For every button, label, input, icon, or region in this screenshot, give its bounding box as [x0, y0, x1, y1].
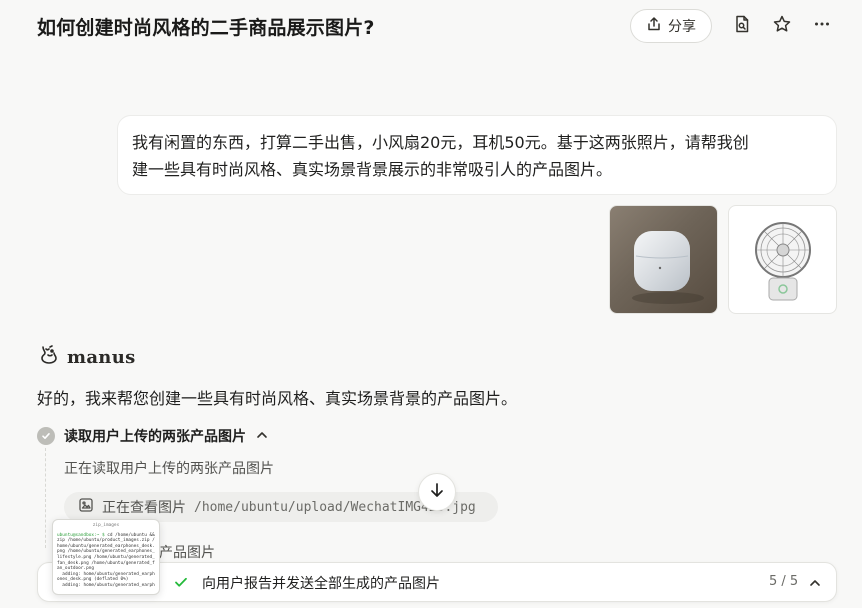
arrow-down-icon: [428, 481, 446, 503]
favorite-button[interactable]: [768, 12, 796, 40]
expand-chevron-icon[interactable]: [808, 575, 822, 594]
terminal-command: cd /home/ubuntu && zip /home/ubuntu/prod…: [57, 532, 158, 572]
earbuds-photo-thumbnail[interactable]: [609, 205, 718, 314]
step-header[interactable]: 读取用户上传的两张产品图片: [37, 426, 269, 446]
share-button[interactable]: 分享: [630, 9, 712, 43]
user-message-bubble: 我有闲置的东西，打算二手出售，小风扇20元，耳机50元。基于这两张照片，请帮我创…: [117, 115, 837, 195]
assistant-name: manus: [67, 346, 136, 368]
earbuds-image: [632, 231, 704, 304]
image-view-icon: [78, 497, 94, 517]
check-icon: [173, 574, 189, 594]
user-message-line2: 建一些具有时尚风格、真实场景背景展示的非常吸引人的产品图片。: [132, 160, 613, 179]
header: 如何创建时尚风格的二手商品展示图片? 分享: [0, 0, 862, 54]
page-title: 如何创建时尚风格的二手商品展示图片?: [37, 17, 375, 39]
manus-logo-icon: [37, 343, 61, 371]
step-connector-line: [45, 448, 46, 548]
tool-action-label: 正在查看图片: [102, 500, 186, 516]
terminal-command-line: ubuntu@sandbox:~ $ cd /home/ubuntu && zi…: [57, 533, 155, 572]
terminal-prompt: ubuntu@sandbox:~ $: [57, 532, 105, 538]
files-button[interactable]: [728, 12, 756, 40]
share-label: 分享: [668, 19, 696, 35]
share-icon: [646, 16, 662, 36]
fan-photo-thumbnail[interactable]: [728, 205, 837, 314]
terminal-output-2: adding: home/ubuntu/generated_earph: [57, 582, 155, 588]
terminal-preview-thumbnail[interactable]: zip_images ubuntu@sandbox:~ $ cd /home/u…: [52, 519, 160, 595]
assistant-header: manus: [37, 343, 136, 371]
user-message-line1: 我有闲置的东西，打算二手出售，小风扇20元，耳机50元。基于这两张照片，请帮我创: [132, 133, 749, 152]
assistant-reply: 好的，我来帮您创建一些具有时尚风格、真实场景背景的产品图片。: [37, 389, 518, 408]
more-horizontal-icon: [812, 14, 832, 38]
step-description: 正在读取用户上传的两张产品图片: [64, 461, 274, 477]
chevron-up-icon[interactable]: [255, 427, 269, 446]
file-search-icon: [732, 14, 752, 38]
terminal-title: zip_images: [92, 523, 120, 528]
step-complete-icon: [37, 427, 55, 445]
scroll-to-bottom-button[interactable]: [418, 473, 456, 511]
star-icon: [772, 14, 792, 38]
more-button[interactable]: [808, 12, 836, 40]
task-step-count: 5 / 5: [769, 574, 799, 589]
terminal-output-1: adding: home/ubuntu/generated_earphones_…: [57, 571, 155, 583]
fan-image: [755, 222, 811, 301]
task-current-step: 向用户报告并发送全部生成的产品图片: [202, 576, 440, 592]
step-title: 读取用户上传的两张产品图片: [64, 429, 246, 445]
